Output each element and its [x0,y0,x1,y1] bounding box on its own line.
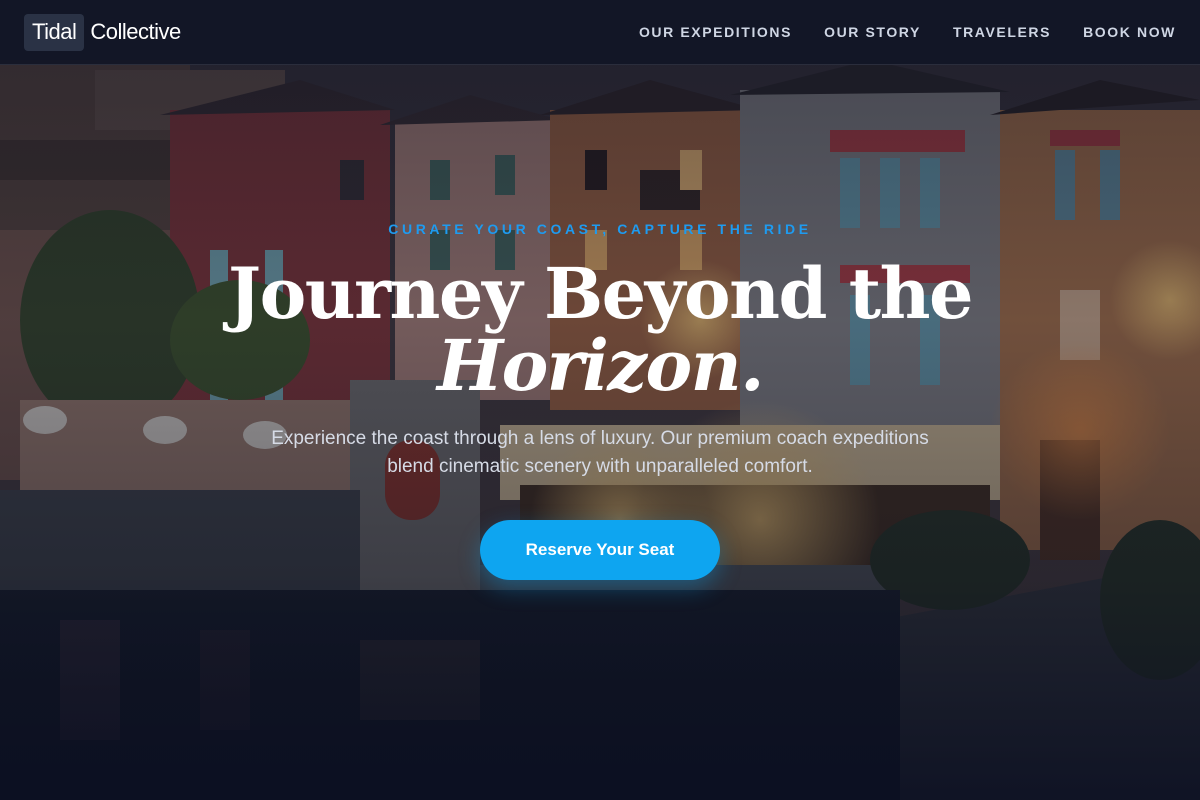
reserve-seat-button[interactable]: Reserve Your Seat [480,520,720,580]
headline-line-2: Horizon. [436,324,765,407]
hero-description: Experience the coast through a lens of l… [271,428,929,477]
brand-logo[interactable]: Tidal Collective [24,13,181,51]
hero-eyebrow: CURATE YOUR COAST, CAPTURE THE RIDE [388,221,812,237]
main-nav: OUR EXPEDITIONS OUR STORY TRAVELERS BOOK… [639,24,1176,40]
nav-book-now[interactable]: BOOK NOW [1083,24,1176,40]
nav-travelers[interactable]: TRAVELERS [953,24,1051,40]
hero-headline: Journey Beyond the Horizon. [0,258,1200,402]
nav-our-expeditions[interactable]: OUR EXPEDITIONS [639,24,792,40]
site-header: Tidal Collective OUR EXPEDITIONS OUR STO… [0,0,1200,65]
brand-name: Collective [90,19,181,44]
hero-content: CURATE YOUR COAST, CAPTURE THE RIDE Jour… [0,0,1200,800]
nav-our-story[interactable]: OUR STORY [824,24,921,40]
headline-line-1: Journey Beyond the [227,252,974,335]
brand-mark: Tidal [24,13,85,51]
